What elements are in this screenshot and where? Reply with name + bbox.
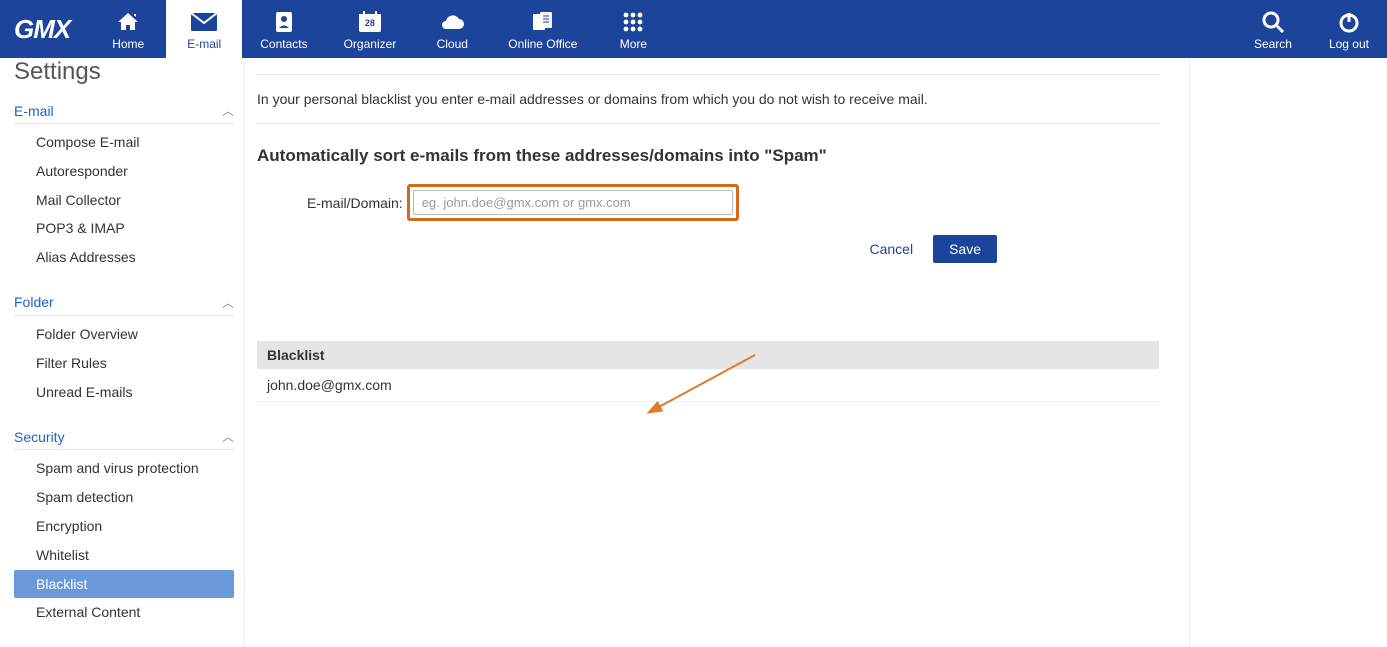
sidebar-item-spam-detection[interactable]: Spam detection [14, 483, 234, 512]
side-header-email-label: E-mail [14, 103, 54, 119]
input-highlight-box [407, 184, 739, 221]
nav-logout[interactable]: Log out [1311, 0, 1387, 58]
side-section-email: E-mail ︿ Compose E-mail Autoresponder Ma… [14, 94, 234, 286]
envelope-icon [191, 9, 217, 35]
top-nav: GMX Home E-mail Contacts 28 Organizer [0, 0, 1387, 58]
side-header-security-label: Security [14, 429, 65, 445]
sidebar-item-spam-virus[interactable]: Spam and virus protection [14, 454, 234, 483]
nav-home-label: Home [112, 37, 144, 51]
sidebar-item-external-content[interactable]: External Content [14, 598, 234, 627]
sidebar-item-mail-collector[interactable]: Mail Collector [14, 186, 234, 215]
form-buttons: Cancel Save [257, 235, 997, 263]
home-icon [116, 9, 140, 35]
page-title: Settings [14, 58, 234, 86]
chevron-up-icon: ︿ [222, 428, 234, 445]
settings-sidebar: Settings E-mail ︿ Compose E-mail Autores… [0, 58, 245, 647]
main-content: In your personal blacklist you enter e-m… [245, 58, 1189, 647]
side-header-email[interactable]: E-mail ︿ [14, 94, 234, 124]
nav-contacts-label: Contacts [260, 37, 307, 51]
sidebar-item-unread[interactable]: Unread E-mails [14, 378, 234, 407]
divider [257, 123, 1159, 124]
nav-items: Home E-mail Contacts 28 Organizer Cl [90, 0, 671, 58]
power-icon [1338, 9, 1360, 35]
email-domain-label: E-mail/Domain: [307, 195, 403, 211]
blacklist-table-header: Blacklist [257, 341, 1159, 369]
nav-right: Search Log out [1235, 0, 1387, 58]
blacklist-description: In your personal blacklist you enter e-m… [257, 91, 1159, 107]
sidebar-item-autoresponder[interactable]: Autoresponder [14, 157, 234, 186]
sidebar-item-pop3-imap[interactable]: POP3 & IMAP [14, 214, 234, 243]
email-domain-input[interactable] [413, 190, 733, 215]
documents-icon [531, 9, 555, 35]
sidebar-item-encryption[interactable]: Encryption [14, 512, 234, 541]
sidebar-item-folder-overview[interactable]: Folder Overview [14, 320, 234, 349]
nav-office-label: Online Office [508, 37, 577, 51]
nav-home[interactable]: Home [90, 0, 166, 58]
nav-search[interactable]: Search [1235, 0, 1311, 58]
sidebar-item-compose[interactable]: Compose E-mail [14, 128, 234, 157]
save-button[interactable]: Save [933, 235, 997, 263]
chevron-up-icon: ︿ [222, 102, 234, 119]
blacklist-heading: Automatically sort e-mails from these ad… [257, 146, 1159, 166]
brand-logo[interactable]: GMX [0, 0, 90, 58]
side-header-security[interactable]: Security ︿ [14, 420, 234, 450]
nav-logout-label: Log out [1329, 37, 1369, 51]
nav-cloud[interactable]: Cloud [414, 0, 490, 58]
divider [257, 74, 1159, 75]
nav-office[interactable]: Online Office [490, 0, 595, 58]
cancel-button[interactable]: Cancel [869, 241, 913, 257]
side-header-folder[interactable]: Folder ︿ [14, 286, 234, 316]
sidebar-item-alias[interactable]: Alias Addresses [14, 243, 234, 272]
nav-email-label: E-mail [187, 37, 221, 51]
nav-organizer-label: Organizer [344, 37, 397, 51]
blacklist-entry[interactable]: john.doe@gmx.com [257, 369, 1159, 402]
contacts-icon [274, 9, 294, 35]
cloud-icon [439, 9, 465, 35]
nav-cloud-label: Cloud [437, 37, 468, 51]
email-domain-row: E-mail/Domain: [257, 184, 1159, 221]
sidebar-item-whitelist[interactable]: Whitelist [14, 541, 234, 570]
side-header-folder-label: Folder [14, 294, 54, 310]
calendar-icon: 28 [358, 9, 382, 35]
calendar-day: 28 [358, 18, 382, 28]
sidebar-item-blacklist[interactable]: Blacklist [14, 570, 234, 599]
grid-icon [622, 9, 644, 35]
side-section-security: Security ︿ Spam and virus protection Spa… [14, 420, 234, 641]
chevron-up-icon: ︿ [222, 294, 234, 311]
right-column [1189, 58, 1387, 647]
nav-organizer[interactable]: 28 Organizer [326, 0, 415, 58]
nav-search-label: Search [1254, 37, 1292, 51]
search-icon [1262, 9, 1284, 35]
nav-email[interactable]: E-mail [166, 0, 242, 58]
side-section-folder: Folder ︿ Folder Overview Filter Rules Un… [14, 286, 234, 420]
nav-contacts[interactable]: Contacts [242, 0, 325, 58]
sidebar-item-filter-rules[interactable]: Filter Rules [14, 349, 234, 378]
nav-more[interactable]: More [595, 0, 671, 58]
nav-more-label: More [620, 37, 647, 51]
